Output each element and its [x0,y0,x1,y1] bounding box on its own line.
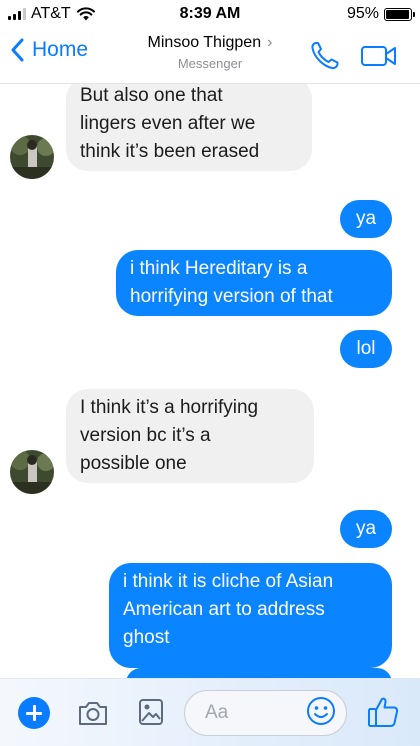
emoji-icon[interactable] [306,696,336,726]
thumbs-up-icon[interactable] [367,695,399,729]
contact-avatar[interactable] [10,135,54,179]
message-composer: Aa [0,678,420,746]
sent-message[interactable]: i think it is cliche of Asian American a… [109,563,392,668]
status-right: 95% [346,5,415,23]
contact-avatar[interactable] [10,450,54,494]
battery-icon [384,7,415,21]
sent-message-partial[interactable] [126,668,392,678]
received-message[interactable]: But also one that lingers even after we … [66,84,312,171]
sent-message[interactable]: i think Hereditary is a horrifying versi… [116,250,392,316]
conversation-subtitle: Messenger [177,56,243,71]
sent-message[interactable]: lol [340,330,392,368]
back-label: Home [32,38,89,61]
contact-name: Minsoo Thigpen [147,34,262,51]
sent-message[interactable]: ya [340,200,392,238]
camera-icon[interactable] [77,699,109,727]
battery-level [386,9,409,19]
phone-icon[interactable] [308,40,342,72]
message-thread[interactable]: But also one that lingers even after we … [0,84,420,678]
video-camera-icon[interactable] [360,42,398,70]
message-input-placeholder: Aa [205,702,229,723]
received-message[interactable]: I think it’s a horrifying version bc it’… [66,389,314,483]
back-chevron-icon [11,38,24,62]
back-button[interactable]: Home [10,38,88,62]
avatar-photo [10,135,54,179]
avatar-photo [10,450,54,494]
sent-message[interactable]: ya [340,510,392,548]
chevron-right-icon: › [267,34,273,51]
plus-icon[interactable] [18,697,50,729]
conversation-header: Home Minsoo Thigpen › Messenger [0,28,420,84]
conversation-title[interactable]: Minsoo Thigpen › Messenger [90,34,330,71]
status-bar: AT&T 8:39 AM 95% [0,0,420,28]
gallery-icon[interactable] [137,697,165,727]
battery-percentage: 95% [346,5,379,22]
contact-name-row[interactable]: Minsoo Thigpen › [148,34,273,52]
